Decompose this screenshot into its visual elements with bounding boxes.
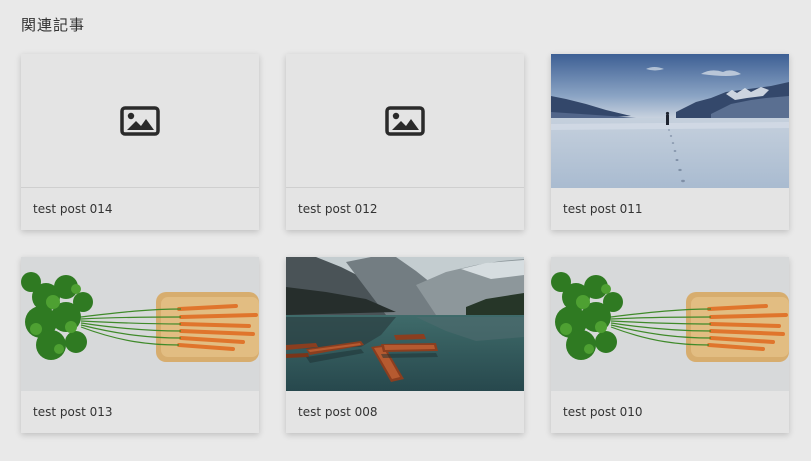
carrots-photo — [551, 257, 789, 391]
post-thumbnail — [286, 257, 524, 391]
post-thumbnail — [21, 54, 259, 188]
post-card[interactable]: test post 008 — [286, 257, 524, 433]
post-thumbnail — [551, 257, 789, 391]
post-title: test post 011 — [563, 202, 643, 216]
post-title: test post 014 — [33, 202, 113, 216]
image-placeholder-icon — [120, 105, 160, 136]
post-title: test post 008 — [298, 405, 378, 419]
snowfield-photo — [551, 54, 789, 188]
post-card[interactable]: test post 012 — [286, 54, 524, 230]
post-thumbnail — [286, 54, 524, 188]
post-title: test post 012 — [298, 202, 378, 216]
section-title: 関連記事 — [21, 16, 86, 34]
post-title: test post 010 — [563, 405, 643, 419]
post-card[interactable]: test post 010 — [551, 257, 789, 433]
post-title: test post 013 — [33, 405, 113, 419]
lake-boats-photo — [286, 257, 524, 391]
related-posts-section: 関連記事 test post 014 test post 012 test po… — [0, 0, 811, 461]
post-thumbnail — [21, 257, 259, 391]
post-card[interactable]: test post 011 — [551, 54, 789, 230]
image-placeholder-icon — [385, 105, 425, 136]
related-posts-grid: test post 014 test post 012 test post 01… — [21, 54, 789, 433]
post-card[interactable]: test post 014 — [21, 54, 259, 230]
post-card[interactable]: test post 013 — [21, 257, 259, 433]
post-thumbnail — [551, 54, 789, 188]
carrots-photo — [21, 257, 259, 391]
